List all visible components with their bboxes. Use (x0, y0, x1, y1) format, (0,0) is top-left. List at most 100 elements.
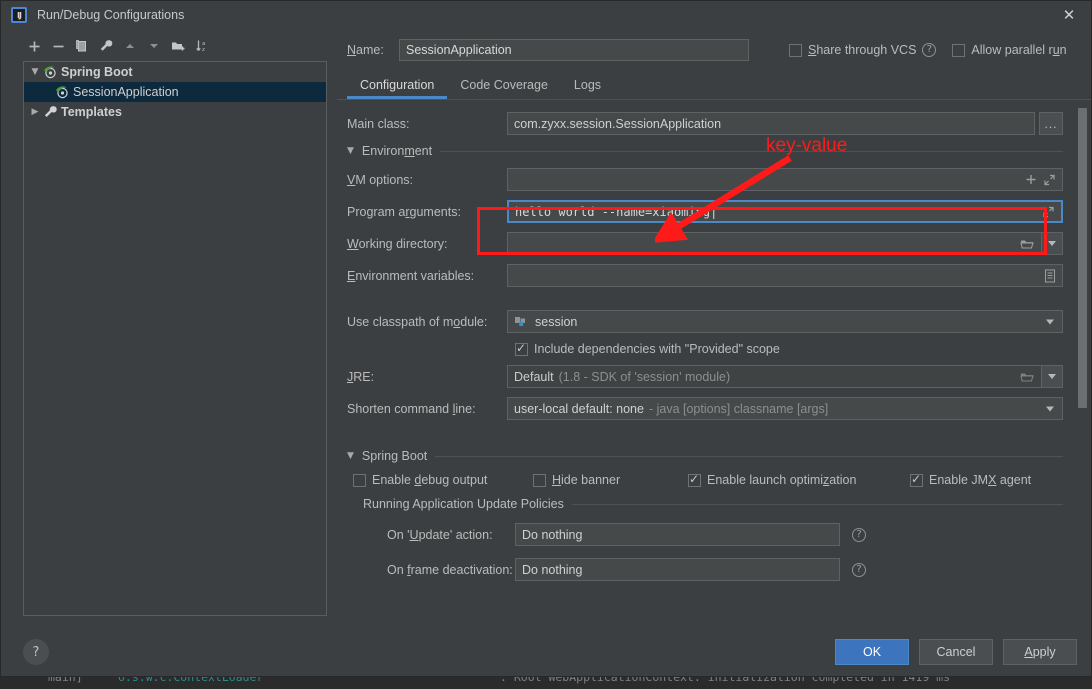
environment-variables-input[interactable] (507, 264, 1063, 287)
classpath-module-label: Use classpath of module: (347, 314, 488, 329)
intellij-logo-icon: IJ (11, 7, 27, 23)
folder-add-icon[interactable] (167, 35, 189, 57)
configurations-tree[interactable]: ▼ Spring Boot SessionApplication ▶ Templ… (23, 61, 327, 616)
chevron-down-icon[interactable]: ▼ (347, 451, 354, 461)
vm-options-icons[interactable] (1025, 173, 1056, 186)
tree-node-sessionapplication[interactable]: SessionApplication (24, 82, 326, 102)
shorten-command-line-label: Shorten command line: (347, 401, 476, 416)
tree-node-templates[interactable]: ▶ Templates (24, 102, 326, 122)
jre-label: JRE: (347, 369, 375, 384)
main-class-input[interactable]: com.zyxx.session.SessionApplication (507, 112, 1035, 135)
folder-icon[interactable] (1020, 237, 1035, 250)
chevron-down-icon[interactable]: ▼ (28, 67, 42, 77)
program-arguments-expand[interactable] (1042, 205, 1055, 218)
spring-boot-icon (42, 65, 58, 79)
logo-text: IJ (17, 10, 22, 20)
list-document-icon[interactable] (1044, 269, 1056, 283)
tab-label: Logs (573, 78, 602, 92)
hide-banner-label: Hide banner (552, 473, 621, 487)
remove-configuration-button[interactable] (47, 35, 69, 57)
dialog-footer: ? OK Cancel Apply (1, 628, 1091, 676)
hide-banner-checkbox[interactable]: Hide banner (533, 473, 688, 487)
name-row: Name: Share through VCS ? Allow parallel… (337, 29, 1091, 63)
share-vcs-label: Share through VCS (808, 43, 917, 57)
spring-boot-section-label: Spring Boot (361, 449, 428, 463)
expand-icon[interactable] (1043, 173, 1056, 186)
tab-logs[interactable]: Logs (561, 74, 614, 99)
working-directory-row: Working directory: (347, 232, 1063, 255)
chevron-right-icon[interactable]: ▶ (28, 107, 42, 117)
enable-debug-output-checkbox[interactable]: Enable debug output (353, 473, 533, 487)
wrench-icon[interactable] (95, 35, 117, 57)
spring-boot-icon (54, 85, 70, 99)
help-button[interactable]: ? (23, 639, 49, 665)
on-update-action-combo[interactable]: Do nothing (515, 523, 840, 546)
module-icon (514, 315, 529, 328)
include-provided-checkbox[interactable]: Include dependencies with "Provided" sco… (515, 341, 780, 356)
share-through-vcs-checkbox[interactable]: Share through VCS (789, 43, 916, 57)
tree-node-spring-boot[interactable]: ▼ Spring Boot (24, 62, 326, 82)
hide-banner-box[interactable] (533, 473, 546, 487)
name-input[interactable] (399, 39, 749, 61)
vm-options-input[interactable] (507, 168, 1063, 191)
environment-section-header[interactable]: ▼ Environment (347, 144, 1063, 158)
jre-browse[interactable] (1020, 370, 1035, 383)
allow-parallel-checkbox-box[interactable] (952, 43, 966, 57)
classpath-module-combo[interactable]: session (507, 310, 1063, 333)
jre-row: JRE: Default (1.8 - SDK of 'session' mod… (347, 365, 1063, 388)
cancel-button[interactable]: Cancel (919, 639, 993, 665)
dialog-titlebar: IJ Run/Debug Configurations ✕ (1, 1, 1091, 29)
jre-dropdown[interactable] (1042, 365, 1063, 388)
configurations-panel: a z ▼ Spring Boot SessionApplication ▶ T… (1, 29, 337, 628)
expand-icon[interactable] (1042, 205, 1055, 218)
plus-icon[interactable] (1025, 174, 1037, 186)
tab-label: Code Coverage (460, 78, 548, 92)
form-scrollbar-thumb[interactable] (1078, 108, 1087, 408)
section-rule (571, 503, 1063, 505)
shorten-command-line-combo[interactable]: user-local default: none - java [options… (507, 397, 1063, 420)
on-frame-deactivation-combo[interactable]: Do nothing (515, 558, 840, 581)
tab-code-coverage[interactable]: Code Coverage (447, 74, 561, 99)
spring-boot-section-header[interactable]: ▼ Spring Boot (347, 449, 1063, 463)
working-directory-browse[interactable] (1020, 237, 1035, 250)
working-directory-input[interactable] (507, 232, 1042, 255)
enable-launch-optimization-checkbox[interactable]: Enable launch optimization (688, 472, 910, 487)
help-icon[interactable]: ? (852, 527, 866, 542)
program-arguments-input[interactable]: hello world --name=xiaoming | (507, 200, 1063, 223)
arrow-down-icon[interactable] (143, 35, 165, 57)
enable-launch-optimization-box[interactable] (688, 472, 701, 487)
jre-input[interactable]: Default (1.8 - SDK of 'session' module) (507, 365, 1042, 388)
on-frame-deactivation-value: Do nothing (522, 562, 583, 577)
close-icon[interactable]: ✕ (1061, 7, 1077, 23)
help-icon[interactable]: ? (852, 562, 866, 577)
environment-variables-row: Environment variables: (347, 264, 1063, 287)
enable-debug-output-label: Enable debug output (372, 473, 488, 487)
folder-icon[interactable] (1020, 370, 1035, 383)
share-vcs-checkbox-box[interactable] (789, 43, 802, 57)
ok-button[interactable]: OK (835, 639, 909, 665)
chevron-down-icon (1048, 374, 1056, 379)
allow-parallel-run-checkbox[interactable]: Allow parallel run (952, 43, 1067, 57)
wrench-icon (42, 105, 58, 119)
jre-value: Default (514, 369, 554, 384)
main-class-browse-button[interactable]: ... (1039, 112, 1063, 135)
sort-az-icon[interactable]: a z (191, 35, 213, 57)
tab-configuration[interactable]: Configuration (347, 74, 448, 99)
tree-node-label: Spring Boot (61, 65, 133, 79)
enable-debug-output-box[interactable] (353, 473, 366, 487)
include-provided-checkbox-box[interactable] (515, 341, 528, 356)
arrow-up-icon[interactable] (119, 35, 141, 57)
help-icon[interactable]: ? (922, 43, 937, 57)
chevron-down-icon (1046, 406, 1054, 411)
copy-configuration-button[interactable] (71, 35, 93, 57)
chevron-down-icon (1046, 319, 1054, 324)
environment-variables-browse[interactable] (1044, 269, 1056, 283)
add-configuration-button[interactable] (23, 35, 45, 57)
working-directory-dropdown[interactable] (1042, 232, 1063, 255)
enable-jmx-agent-box[interactable] (910, 472, 923, 487)
chevron-down-icon[interactable]: ▼ (347, 146, 354, 156)
enable-jmx-agent-checkbox[interactable]: Enable JMX agent (910, 472, 1031, 487)
on-frame-deactivation-label: On frame deactivation: (387, 562, 513, 577)
apply-button[interactable]: Apply (1003, 639, 1077, 665)
allow-parallel-label: Allow parallel run (971, 43, 1067, 57)
